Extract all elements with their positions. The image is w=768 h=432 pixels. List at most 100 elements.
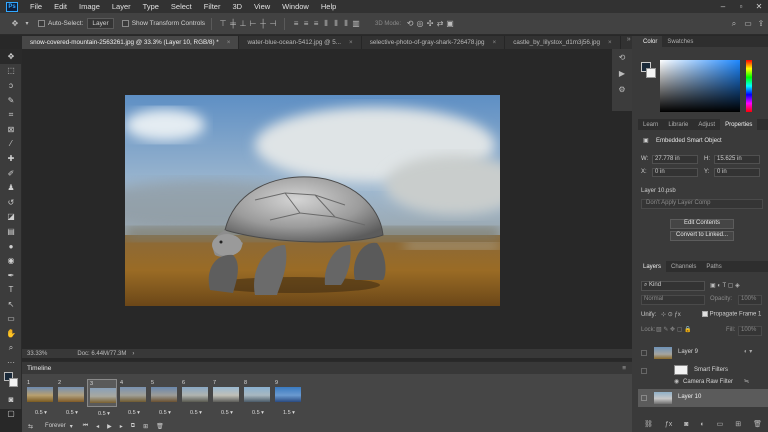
- frame-duration[interactable]: 0.5 ▾: [35, 410, 47, 416]
- auto-select-checkbox[interactable]: [38, 20, 45, 27]
- height-field[interactable]: 15.625 in: [714, 155, 760, 164]
- color-field[interactable]: [660, 60, 740, 112]
- quick-mask-icon[interactable]: ◙: [0, 392, 22, 407]
- layer-row-layer-10[interactable]: Layer 10: [638, 389, 768, 407]
- timeline-title[interactable]: Timeline: [27, 365, 51, 372]
- frame-duration[interactable]: 0.5 ▾: [128, 410, 140, 416]
- screen-mode-icon[interactable]: ▢: [0, 407, 22, 422]
- roll-3d-icon[interactable]: ◎: [415, 19, 425, 29]
- layer-comp-dropdown[interactable]: Don't Apply Layer Comp: [641, 199, 763, 209]
- orbit-3d-icon[interactable]: ⟲: [405, 19, 415, 29]
- pen-tool-icon[interactable]: ✒: [0, 268, 22, 283]
- frame-duration[interactable]: 0.5 ▾: [66, 410, 78, 416]
- maximize-icon[interactable]: ▫: [732, 0, 750, 13]
- scale-3d-icon[interactable]: ▣: [445, 19, 455, 29]
- tab-color[interactable]: Color: [638, 36, 663, 47]
- menu-3d[interactable]: 3D: [226, 2, 248, 11]
- tab-adjustments[interactable]: Adjust: [693, 119, 720, 130]
- play-icon[interactable]: ▶: [107, 423, 112, 430]
- x-field[interactable]: 0 in: [652, 168, 698, 177]
- background-color[interactable]: [646, 68, 656, 78]
- tab-document-2[interactable]: water-blue-ocean-5412.jpg @ 5... ×: [239, 36, 362, 49]
- close-tab-icon[interactable]: ×: [227, 39, 231, 46]
- close-icon[interactable]: ✕: [750, 0, 768, 13]
- tab-layers[interactable]: Layers: [638, 261, 667, 272]
- marquee-tool-icon[interactable]: ⬚: [0, 64, 22, 79]
- menu-view[interactable]: View: [248, 2, 276, 11]
- delete-frame-icon[interactable]: 🗑: [156, 423, 164, 430]
- lasso-tool-icon[interactable]: ↄ: [0, 78, 22, 93]
- convert-to-linked-button[interactable]: Convert to Linked...: [670, 231, 734, 241]
- brush-tool-icon[interactable]: ✐: [0, 166, 22, 181]
- frame-duration[interactable]: 0.5 ▾: [190, 410, 202, 416]
- document-image[interactable]: [125, 95, 500, 306]
- eye-icon[interactable]: ◉: [674, 378, 679, 385]
- distribute-center-icon[interactable]: ⦀: [331, 19, 341, 29]
- y-field[interactable]: 0 in: [714, 168, 760, 177]
- zoom-level[interactable]: 33.33%: [27, 351, 47, 357]
- frame-duration[interactable]: 0.5 ▾: [98, 411, 110, 417]
- opacity-field[interactable]: 100%: [738, 295, 762, 305]
- path-select-tool-icon[interactable]: ↖: [0, 297, 22, 312]
- type-tool-icon[interactable]: T: [0, 283, 22, 298]
- frame-duration[interactable]: 0.5 ▾: [159, 410, 171, 416]
- layer-filter-dropdown[interactable]: ⌕ Kind: [641, 281, 705, 291]
- menu-layer[interactable]: Layer: [106, 2, 137, 11]
- tab-properties[interactable]: Properties: [720, 119, 758, 130]
- tab-document-3[interactable]: selective-photo-of-gray-shark-726478.jpg…: [362, 36, 506, 49]
- move-tool-icon[interactable]: ✥: [0, 49, 22, 64]
- rectangle-tool-icon[interactable]: ▭: [0, 312, 22, 327]
- close-tab-icon[interactable]: ×: [608, 39, 612, 46]
- more-tools-icon[interactable]: ···: [0, 355, 22, 370]
- tab-paths[interactable]: Paths: [701, 261, 726, 272]
- tween-icon[interactable]: ⧉: [131, 423, 135, 430]
- menu-type[interactable]: Type: [137, 2, 165, 11]
- chevron-down-icon[interactable]: ▾: [70, 423, 73, 430]
- timeline-frame[interactable]: 2 0.5 ▾: [56, 379, 86, 416]
- propagate-option[interactable]: Propagate Frame 1: [702, 311, 761, 318]
- new-group-icon[interactable]: ▭: [717, 420, 724, 428]
- timeline-frame[interactable]: 5 0.5 ▾: [149, 379, 179, 416]
- color-swatches-icon[interactable]: [0, 370, 22, 392]
- align-bottom-icon[interactable]: ⊥: [238, 19, 248, 29]
- menu-filter[interactable]: Filter: [198, 2, 227, 11]
- lock-icons[interactable]: ▧ ✎ ✥ ▢ 🔒: [656, 326, 692, 333]
- workspace-icon[interactable]: ▭: [743, 19, 753, 29]
- distribute-bottom-icon[interactable]: ≡: [311, 19, 321, 29]
- tab-swatches[interactable]: Swatches: [662, 36, 698, 47]
- align-right-icon[interactable]: ⊣: [268, 19, 278, 29]
- auto-select-dropdown[interactable]: Layer: [87, 18, 114, 29]
- move-tool-icon[interactable]: ✥: [8, 19, 22, 29]
- timeline-frame[interactable]: 9 1.5 ▾: [273, 379, 303, 416]
- add-mask-icon[interactable]: ◙: [684, 421, 688, 428]
- panel-menu-icon[interactable]: ≡: [622, 365, 626, 372]
- unify-icons[interactable]: ⊹ ⊙ ƒx: [661, 311, 681, 318]
- convert-timeline-icon[interactable]: ⇆: [28, 423, 33, 430]
- eraser-tool-icon[interactable]: ◪: [0, 210, 22, 225]
- timeline-frame[interactable]: 4 0.5 ▾: [118, 379, 148, 416]
- camera-raw-label[interactable]: Camera Raw Filter: [683, 379, 733, 385]
- align-left-icon[interactable]: ⊢: [248, 19, 258, 29]
- close-tab-icon[interactable]: ×: [349, 39, 353, 46]
- align-middle-icon[interactable]: ╪: [228, 19, 238, 29]
- actions-icon[interactable]: ▶: [612, 65, 632, 81]
- hue-slider[interactable]: [746, 60, 752, 112]
- smart-filter-icon[interactable]: ◐ ▾: [744, 348, 752, 355]
- layer-name[interactable]: Layer 10: [678, 394, 701, 400]
- tab-document-4[interactable]: castle_by_lilystox_d1m3j56.jpg ×: [505, 36, 621, 49]
- hand-tool-icon[interactable]: ✋: [0, 326, 22, 341]
- distribute-top-icon[interactable]: ≡: [291, 19, 301, 29]
- zoom-tool-icon[interactable]: ⌕: [0, 341, 22, 356]
- distribute-middle-icon[interactable]: ≡: [301, 19, 311, 29]
- new-layer-icon[interactable]: ⊞: [735, 420, 741, 428]
- menu-select[interactable]: Select: [165, 2, 198, 11]
- auto-align-icon[interactable]: ▥: [351, 19, 361, 29]
- adjust-icon[interactable]: ⚙: [612, 81, 632, 97]
- loop-dropdown[interactable]: Forever: [45, 423, 66, 429]
- align-top-icon[interactable]: ⊤: [218, 19, 228, 29]
- propagate-checkbox[interactable]: [702, 311, 708, 317]
- edit-contents-button[interactable]: Edit Contents: [670, 219, 734, 229]
- first-frame-icon[interactable]: ⏮: [83, 423, 88, 430]
- width-field[interactable]: 27.778 in: [652, 155, 698, 164]
- timeline-frame[interactable]: 7 0.5 ▾: [211, 379, 241, 416]
